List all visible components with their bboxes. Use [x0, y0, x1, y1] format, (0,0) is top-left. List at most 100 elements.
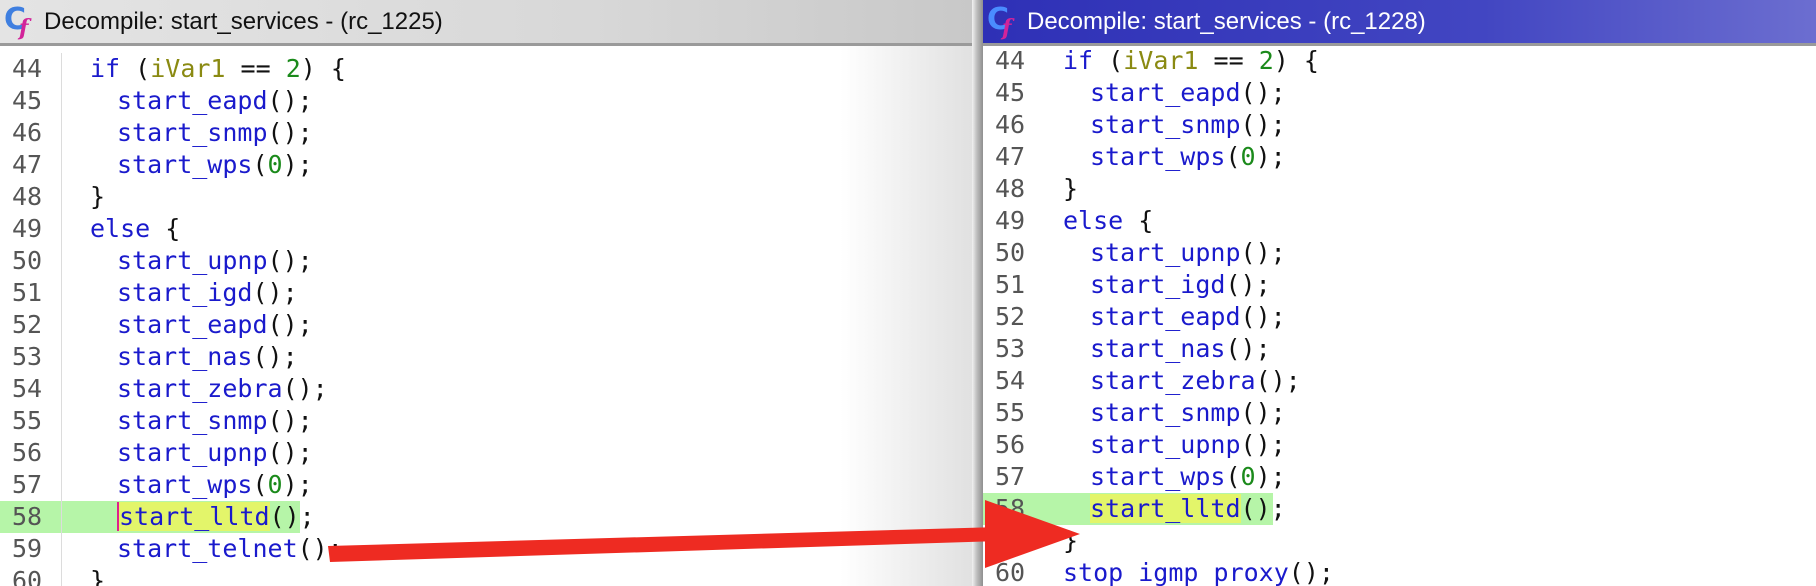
- code-line[interactable]: 56 start_upnp();: [983, 429, 1816, 461]
- punctuation: ();: [1255, 366, 1301, 395]
- right-pane-titlebar[interactable]: Cf Decompile: start_services - (rc_1228): [983, 0, 1816, 46]
- variable: iVar1: [1123, 46, 1199, 75]
- right-pane-title: Decompile: start_services - (rc_1228): [1027, 7, 1426, 35]
- line-number: 48: [995, 174, 1026, 203]
- line-number: 57: [995, 462, 1026, 491]
- code-text: }: [1063, 173, 1078, 205]
- punctuation: );: [282, 470, 313, 499]
- keyword: else: [90, 214, 151, 243]
- code-text: else {: [90, 213, 180, 245]
- code-line[interactable]: 52 start_eapd();: [983, 301, 1816, 333]
- line-number: 52: [995, 302, 1026, 331]
- left-pane-titlebar[interactable]: Cf Decompile: start_services - (rc_1225): [0, 0, 978, 46]
- function-call: start_upnp: [1090, 430, 1241, 459]
- code-line[interactable]: 57 start_wps(0);: [0, 469, 978, 501]
- line-number: 53: [0, 341, 62, 373]
- code-text: start_upnp();: [117, 437, 313, 469]
- line-number: 47: [0, 149, 62, 181]
- code-text: start_nas();: [117, 341, 298, 373]
- function-call: start_snmp: [1090, 110, 1241, 139]
- function-call: start_lltd: [117, 502, 270, 531]
- line-number: 48: [0, 181, 62, 213]
- line-number: 56: [995, 430, 1026, 459]
- code-line[interactable]: 55 start_snmp();: [0, 405, 978, 437]
- left-code-listing[interactable]: 44 if (iVar1 == 2) {45 start_eapd(); 46 star…: [0, 53, 978, 586]
- punctuation: );: [1255, 462, 1286, 491]
- line-number: 59: [995, 526, 1026, 555]
- function-call: start_wps: [1090, 462, 1226, 491]
- code-line[interactable]: 47 start_wps(0);: [983, 141, 1816, 173]
- punctuation: ) {: [1273, 46, 1319, 75]
- punctuation: }: [1063, 174, 1079, 203]
- code-line[interactable]: 60}: [0, 565, 978, 586]
- code-text: start_upnp();: [117, 245, 313, 277]
- code-text: start_igd();: [1090, 269, 1271, 301]
- punctuation: ();: [1225, 334, 1271, 363]
- function-call: start_igd: [1090, 270, 1226, 299]
- code-line[interactable]: 58 start_lltd();: [983, 493, 1816, 525]
- code-text: start_snmp();: [117, 117, 313, 149]
- code-line[interactable]: 54 start_zebra();: [0, 373, 978, 405]
- punctuation: }: [90, 182, 106, 211]
- code-line[interactable]: 50 start_upnp();: [983, 237, 1816, 269]
- code-line[interactable]: 48}: [0, 181, 978, 213]
- code-line[interactable]: 45 start_eapd();: [0, 85, 978, 117]
- code-line[interactable]: 44 if (iVar1 == 2) {: [0, 53, 978, 85]
- function-call: start_lltd: [1090, 494, 1241, 523]
- code-text: start_lltd();: [1090, 493, 1286, 525]
- code-text: else {: [1063, 205, 1153, 237]
- punctuation: ();: [267, 86, 313, 115]
- code-text: start_nas();: [1090, 333, 1271, 365]
- code-line[interactable]: 58 start_lltd();: [0, 501, 978, 533]
- split-pane-divider[interactable]: [972, 0, 983, 586]
- code-line[interactable]: 52 start_eapd();: [0, 309, 978, 341]
- punctuation: (: [252, 470, 268, 499]
- line-number: 51: [995, 270, 1026, 299]
- code-line[interactable]: 54 start_zebra();: [983, 365, 1816, 397]
- code-line[interactable]: 53 start_nas();: [0, 341, 978, 373]
- code-text: }: [1063, 525, 1078, 557]
- function-call: stop_igmp_proxy: [1063, 558, 1289, 586]
- punctuation: ();: [267, 406, 313, 435]
- punctuation: ==: [225, 54, 286, 83]
- punctuation: ();: [1225, 270, 1271, 299]
- code-line[interactable]: 56 start_upnp();: [0, 437, 978, 469]
- code-line[interactable]: 60 stop_igmp_proxy();: [983, 557, 1816, 586]
- code-line[interactable]: 48}: [983, 173, 1816, 205]
- keyword: if: [1063, 46, 1094, 75]
- code-line[interactable]: 44 if (iVar1 == 2) {: [983, 45, 1816, 77]
- code-line[interactable]: 51 start_igd();: [0, 277, 978, 309]
- code-text: start_wps(0);: [117, 469, 313, 501]
- code-line[interactable]: 53 start_nas();: [983, 333, 1816, 365]
- punctuation: ();: [269, 502, 315, 531]
- number-literal: 0: [267, 470, 283, 499]
- code-line[interactable]: 49 else {: [0, 213, 978, 245]
- punctuation: ();: [267, 246, 313, 275]
- punctuation: ) {: [300, 54, 346, 83]
- function-call: start_eapd: [1090, 78, 1241, 107]
- function-call: start_snmp: [117, 118, 268, 147]
- code-line[interactable]: 55 start_snmp();: [983, 397, 1816, 429]
- punctuation: ==: [1198, 46, 1259, 75]
- punctuation: ();: [1240, 238, 1286, 267]
- code-line[interactable]: 59 start_telnet();: [0, 533, 978, 565]
- code-line[interactable]: 47 start_wps(0);: [0, 149, 978, 181]
- line-number: 54: [995, 366, 1026, 395]
- code-text: start_eapd();: [1090, 77, 1286, 109]
- right-decompile-pane: Cf Decompile: start_services - (rc_1228)…: [983, 0, 1816, 586]
- line-number: 60: [995, 558, 1026, 586]
- code-line[interactable]: 57 start_wps(0);: [983, 461, 1816, 493]
- code-line[interactable]: 46 start_snmp();: [0, 117, 978, 149]
- punctuation: ();: [282, 374, 328, 403]
- code-line[interactable]: 49 else {: [983, 205, 1816, 237]
- punctuation: ();: [1240, 398, 1286, 427]
- code-line[interactable]: 51 start_igd();: [983, 269, 1816, 301]
- punctuation: (: [1225, 462, 1241, 491]
- line-number: 55: [0, 405, 62, 437]
- code-line[interactable]: 59}: [983, 525, 1816, 557]
- right-code-listing[interactable]: 44 if (iVar1 == 2) {45 start_eapd(); 46 star…: [983, 45, 1816, 586]
- code-line[interactable]: 45 start_eapd();: [983, 77, 1816, 109]
- line-number: 44: [995, 46, 1026, 75]
- code-line[interactable]: 46 start_snmp();: [983, 109, 1816, 141]
- code-line[interactable]: 50 start_upnp();: [0, 245, 978, 277]
